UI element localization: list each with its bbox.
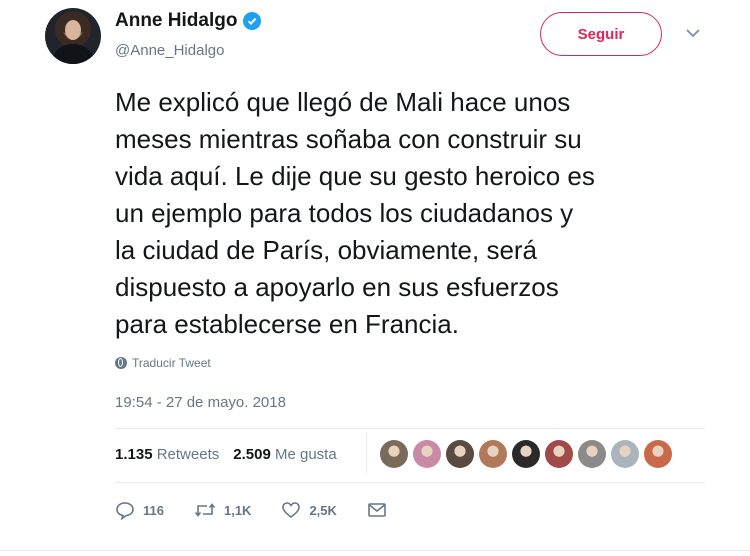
retweet-icon[interactable] [194, 500, 216, 520]
tweet-line: dispuesto a apoyarlo en sus esfuerzos [115, 272, 559, 302]
retweet-action[interactable]: 1,1K [194, 500, 251, 520]
user-name[interactable]: Anne Hidalgo [115, 10, 237, 32]
retweets-stat[interactable]: 1.135 Retweets [115, 446, 219, 463]
liker-avatar[interactable] [413, 440, 441, 468]
translate-label[interactable]: Traducir Tweet [132, 356, 211, 370]
tweet-line: meses mientras soñaba con construir su [115, 124, 582, 154]
avatar-body [53, 44, 93, 64]
liker-avatar[interactable] [446, 440, 474, 468]
heart-icon[interactable] [281, 500, 301, 520]
retweet-count: 1,1K [223, 502, 252, 518]
likes-label: Me gusta [274, 446, 337, 463]
tweet-text: Me explicó que llegó de Mali hace unos m… [115, 84, 725, 343]
reply-count: 116 [143, 502, 164, 518]
user-name-row[interactable]: Anne Hidalgo [115, 10, 262, 32]
liker-avatar[interactable] [644, 440, 672, 468]
divider [115, 482, 705, 483]
liker-avatar[interactable] [380, 440, 408, 468]
tweet-stats: 1.135 Retweets 2.509 Me gusta [115, 446, 337, 463]
avatar-face [65, 20, 81, 40]
tweet-actions: 116 1,1K 2,5K [115, 500, 417, 520]
retweets-count: 1.135 [115, 446, 153, 463]
tweet-timestamp[interactable]: 19:54 - 27 de mayo. 2018 [115, 394, 286, 411]
likes-count: 2.509 [233, 446, 271, 463]
liker-avatar[interactable] [545, 440, 573, 468]
tweet-line: vida aquí. Le dije que su gesto heroico … [115, 161, 595, 191]
liker-avatar[interactable] [578, 440, 606, 468]
liker-avatars [380, 440, 672, 468]
reply-action[interactable]: 116 [115, 500, 164, 520]
liker-avatar[interactable] [611, 440, 639, 468]
user-handle[interactable]: @Anne_Hidalgo [115, 42, 224, 59]
likes-stat[interactable]: 2.509 Me gusta [233, 446, 336, 463]
like-action[interactable]: 2,5K [281, 500, 337, 520]
bottom-divider [0, 550, 750, 551]
globe-icon [115, 357, 127, 369]
message-action[interactable] [367, 501, 387, 519]
tweet-line: la ciudad de París, obviamente, será [115, 235, 538, 265]
verified-badge-icon [243, 12, 262, 30]
like-count: 2,5K [309, 502, 337, 518]
envelope-icon[interactable] [367, 501, 387, 519]
liker-avatar[interactable] [512, 440, 540, 468]
divider-vertical [366, 432, 367, 474]
tweet-line: un ejemplo para todos los ciudadanos y [115, 198, 574, 228]
reply-icon[interactable] [115, 500, 135, 520]
follow-button[interactable]: Seguir [540, 12, 662, 56]
tweet-line: Me explicó que llegó de Mali hace unos [115, 87, 571, 117]
liker-avatar[interactable] [479, 440, 507, 468]
retweets-label: Retweets [156, 446, 220, 463]
tweet-line: para establecerse en Francia. [115, 309, 459, 339]
divider [115, 428, 705, 429]
chevron-down-icon[interactable] [684, 26, 702, 40]
avatar[interactable] [45, 8, 101, 64]
translate-tweet-link[interactable]: Traducir Tweet [115, 356, 211, 370]
